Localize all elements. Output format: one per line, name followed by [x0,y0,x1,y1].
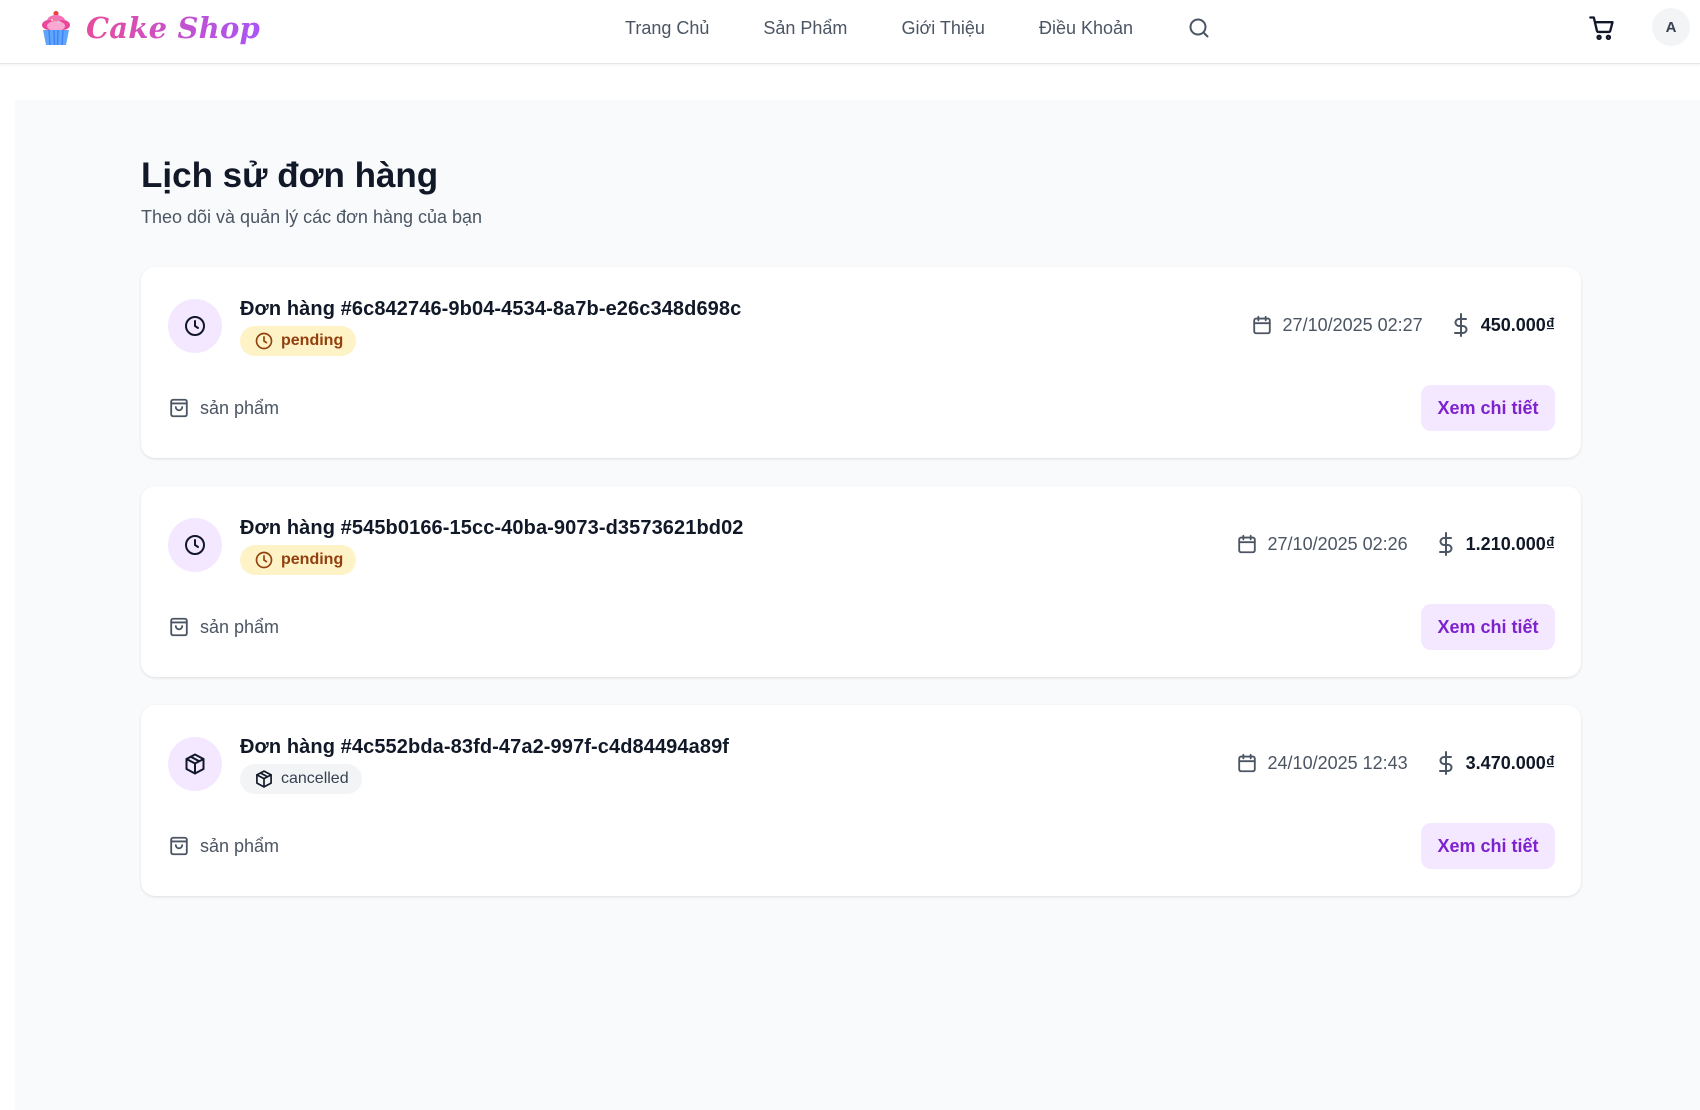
page-title: Lịch sử đơn hàng [141,156,439,195]
nav-about[interactable]: Giới Thiệu [901,18,985,39]
order-items: sản phẩm [168,835,279,857]
clock-icon [168,518,222,572]
cupcake-icon [40,10,72,46]
calendar-icon [1236,533,1258,555]
page-subtitle: Theo dõi và quản lý các đơn hàng của bạn [141,207,483,227]
shopping-bag-icon [168,835,190,857]
order-items-label: sản phẩm [200,397,280,418]
dollar-icon [1451,313,1471,337]
nav-terms[interactable]: Điều Khoản [1039,18,1133,39]
status-badge: pending [240,326,357,356]
order-date: 27/10/2025 02:26 [1236,533,1408,555]
view-details-button[interactable]: Xem chi tiết [1421,823,1555,869]
order-items: sản phẩm [168,397,279,419]
package-icon [168,737,222,791]
order-date: 24/10/2025 12:43 [1236,752,1408,774]
order-date-text: 27/10/2025 02:26 [1267,533,1408,554]
shopping-bag-icon [168,397,190,419]
order-total: 1.210.000₫ [1436,532,1555,556]
dollar-icon [1436,751,1456,775]
order-date: 27/10/2025 02:27 [1251,314,1423,336]
nav-products[interactable]: Sản Phẩm [763,18,847,39]
calendar-icon [1251,314,1273,336]
order-meta: 24/10/2025 12:43 3.470.000₫ [1236,749,1555,777]
order-title: Đơn hàng #6c842746-9b04-4534-8a7b-e26c34… [240,298,742,320]
order-date-text: 27/10/2025 02:27 [1282,314,1423,335]
order-total: 450.000₫ [1451,313,1555,337]
order-total-text: 450.000₫ [1480,314,1555,335]
main-nav: Trang Chủ Sản Phẩm Giới Thiệu Điều Khoản [625,0,1211,56]
top-navbar: Cake Shop Trang Chủ Sản Phẩm Giới Thiệu … [0,0,1700,64]
order-meta: 27/10/2025 02:26 1.210.000₫ [1236,530,1555,558]
calendar-icon [1236,752,1258,774]
package-icon [254,769,274,789]
clock-icon [254,550,274,570]
status-badge: cancelled [240,764,362,794]
order-card: Đơn hàng #545b0166-15cc-40ba-9073-d35736… [141,486,1581,677]
shopping-bag-icon [168,616,190,638]
brand-name: Cake Shop [86,11,260,45]
order-total: 3.470.000₫ [1436,751,1555,775]
order-items-label: sản phẩm [200,616,280,637]
order-meta: 27/10/2025 02:27 450.000₫ [1251,311,1555,339]
view-details-button[interactable]: Xem chi tiết [1421,385,1555,431]
user-avatar[interactable]: A [1652,8,1690,46]
clock-icon [254,331,274,351]
brand-logo[interactable]: Cake Shop [40,10,260,46]
order-history-page: Lịch sử đơn hàng Theo dõi và quản lý các… [15,100,1700,1110]
order-title: Đơn hàng #545b0166-15cc-40ba-9073-d35736… [240,517,744,539]
order-items-label: sản phẩm [200,835,280,856]
clock-icon [168,299,222,353]
order-total-text: 1.210.000₫ [1465,533,1555,554]
dollar-icon [1436,532,1456,556]
status-label: pending [281,551,344,568]
order-date-text: 24/10/2025 12:43 [1267,752,1408,773]
search-icon[interactable] [1187,16,1211,40]
status-label: pending [281,332,344,349]
status-label: cancelled [281,770,349,787]
status-badge: pending [240,545,357,575]
nav-home[interactable]: Trang Chủ [625,18,709,39]
order-items: sản phẩm [168,616,279,638]
order-card: Đơn hàng #6c842746-9b04-4534-8a7b-e26c34… [141,267,1581,458]
order-total-text: 3.470.000₫ [1465,752,1555,773]
cart-icon[interactable] [1588,14,1616,42]
order-card: Đơn hàng #4c552bda-83fd-47a2-997f-c4d844… [141,705,1581,896]
order-title: Đơn hàng #4c552bda-83fd-47a2-997f-c4d844… [240,736,730,758]
view-details-button[interactable]: Xem chi tiết [1421,604,1555,650]
